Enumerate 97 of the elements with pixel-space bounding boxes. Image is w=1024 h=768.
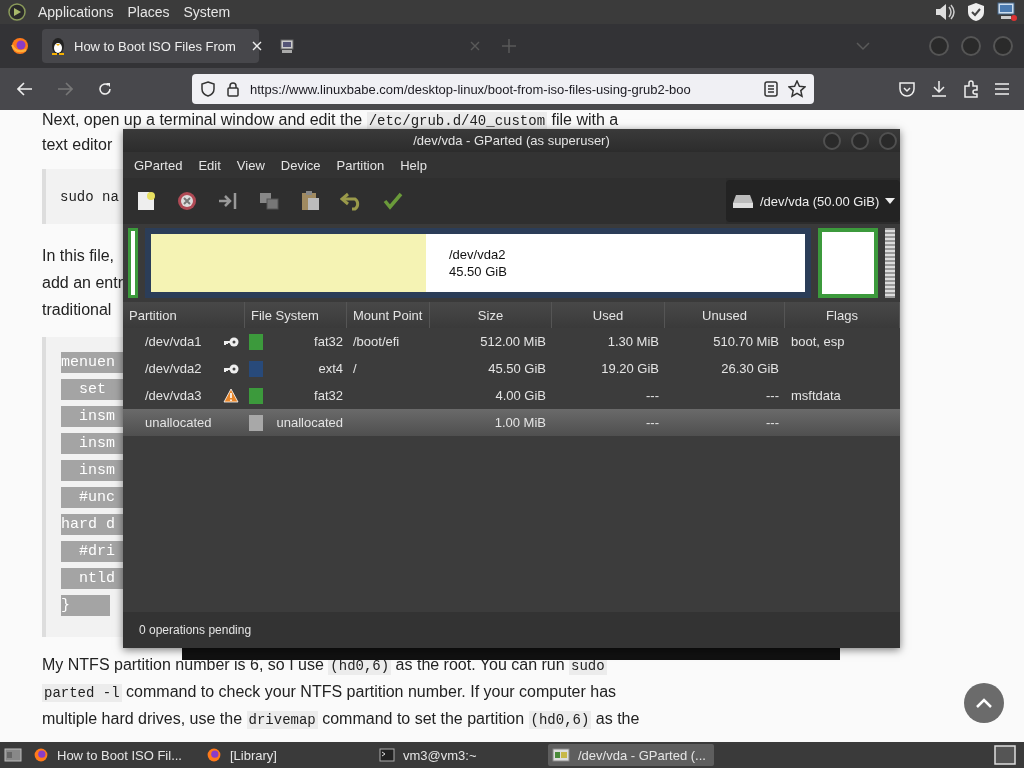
extensions-icon[interactable] [962, 80, 980, 98]
resize-icon[interactable] [217, 190, 239, 212]
partition-size: 45.50 GiB [449, 263, 507, 280]
disk-icon [732, 193, 754, 209]
partition-segment[interactable] [818, 228, 878, 298]
table-cell: 45.50 GiB [488, 361, 546, 376]
arrow-right-icon [57, 82, 73, 96]
table-cell: --- [766, 388, 779, 403]
paragraph: In this file, [42, 246, 115, 266]
partition-label: /dev/vda2 [449, 246, 507, 263]
table-cell: 1.00 MiB [494, 415, 546, 430]
url-field[interactable]: https://www.linuxbabe.com/desktop-linux/boot-from-iso-files-using-grub2-boo [192, 74, 814, 104]
table-cell: 26.30 GiB [721, 361, 779, 376]
table-cell: 19.20 GiB [601, 361, 659, 376]
table-row[interactable]: /dev/vda1 fat32 /boot/efi 512.00 MiB 1.30 MiB 510.70 MiB boot, esp [123, 328, 900, 355]
panel-menu[interactable]: Applications [36, 4, 116, 20]
workspace-icon[interactable] [994, 745, 1016, 765]
menu-item[interactable]: GParted [127, 157, 190, 173]
reload-icon [97, 81, 113, 97]
taskbar-button[interactable]: [Library] [202, 744, 368, 766]
arrow-left-icon [17, 82, 33, 96]
column-header[interactable]: Unused [665, 302, 785, 328]
column-header[interactable]: Mount Point [347, 302, 430, 328]
table-cell: /boot/efi [353, 334, 400, 349]
download-icon[interactable] [930, 80, 948, 98]
paragraph: add an entr [42, 273, 123, 293]
url-text: https://www.linuxbabe.com/desktop-linux/boot-from-iso-files-using-grub2-boo [250, 81, 692, 97]
table-cell: / [353, 361, 357, 376]
table-cell: --- [646, 415, 659, 430]
browser-tab[interactable]: How to Boot ISO Files From [42, 29, 259, 63]
column-header[interactable]: File System [245, 302, 347, 328]
copy-icon[interactable] [258, 190, 280, 212]
table-cell: 512.00 MiB [480, 334, 546, 349]
disk-chart-icon [552, 748, 570, 762]
table-cell: --- [646, 388, 659, 403]
shield-icon[interactable] [966, 2, 986, 22]
table-cell: 4.00 GiB [495, 388, 546, 403]
browser-logo-icon [33, 747, 49, 763]
pocket-icon[interactable] [898, 80, 916, 98]
speaker-icon[interactable] [934, 2, 956, 22]
paragraph: text editor [42, 135, 113, 155]
table-row[interactable]: unallocated unallocated 1.00 MiB --- --- [123, 409, 900, 436]
taskbar-button[interactable]: vm3@vm3:~ [375, 744, 541, 766]
chevron-up-icon [975, 697, 993, 709]
partition-segment[interactable]: /dev/vda2 45.50 GiB [145, 228, 811, 298]
column-header[interactable]: Flags [785, 302, 900, 328]
table-cell: /dev/vda1 [145, 334, 202, 349]
table-cell: ext4 [318, 361, 343, 376]
network-icon[interactable] [996, 2, 1018, 22]
menu-item[interactable]: View [229, 157, 272, 173]
table-cell: --- [766, 415, 779, 430]
terminal-icon [379, 748, 395, 762]
table-cell: unallocated [276, 415, 343, 430]
column-header[interactable]: Size [430, 302, 552, 328]
table-cell: 510.70 MiB [713, 334, 779, 349]
partition-segment[interactable] [128, 228, 138, 298]
paragraph: traditional [42, 300, 112, 320]
column-header[interactable]: Partition [123, 302, 245, 328]
table-cell: fat32 [314, 388, 343, 403]
key-icon [223, 335, 239, 348]
table-cell: fat32 [314, 334, 343, 349]
code-text: sudo na [60, 188, 119, 205]
menu-item[interactable]: Device [273, 157, 328, 173]
scroll-to-top-button[interactable] [964, 683, 1004, 723]
browser-logo-icon[interactable] [10, 36, 30, 56]
browser-logo-icon [206, 747, 222, 763]
reader-view-icon[interactable] [764, 81, 778, 97]
paragraph: Next, open up a terminal window and edit the /etc/grub.d/40_custom file with a [42, 110, 619, 131]
column-header[interactable]: Used [552, 302, 665, 328]
window-title: /dev/vda - GParted (as superuser) [413, 133, 610, 148]
caret-icon [885, 198, 896, 204]
menu-item[interactable]: Edit [191, 157, 228, 173]
table-cell: 1.30 MiB [607, 334, 659, 349]
show-desktop-icon[interactable] [4, 747, 22, 763]
paste-icon[interactable] [299, 190, 321, 212]
lock-icon[interactable] [226, 81, 240, 97]
device-selector[interactable]: /dev/vda (50.00 GiB) [726, 180, 900, 222]
computer-icon [279, 38, 295, 54]
shield-icon[interactable] [200, 81, 216, 97]
new-document-icon[interactable] [135, 190, 157, 212]
menu-logo-icon[interactable] [8, 3, 26, 21]
key-icon [223, 362, 239, 375]
panel-menu[interactable]: Places [125, 4, 172, 20]
menu-icon[interactable] [994, 82, 1010, 96]
penguin-icon [50, 37, 66, 55]
table-cell: msftdata [791, 388, 841, 403]
panel-menu[interactable]: System [181, 4, 233, 20]
star-icon[interactable] [788, 80, 806, 98]
menu-item[interactable]: Help [393, 157, 434, 173]
delete-icon[interactable] [176, 190, 198, 212]
table-cell: boot, esp [791, 334, 845, 349]
warning-icon [223, 388, 239, 403]
status-text: 0 operations pending [139, 623, 252, 637]
menu-item[interactable]: Partition [329, 157, 392, 173]
checkmark-icon[interactable] [383, 191, 403, 211]
taskbar-button[interactable]: How to Boot ISO Fil... [29, 744, 195, 766]
taskbar-button[interactable]: /dev/vda - GParted (... [548, 744, 714, 766]
